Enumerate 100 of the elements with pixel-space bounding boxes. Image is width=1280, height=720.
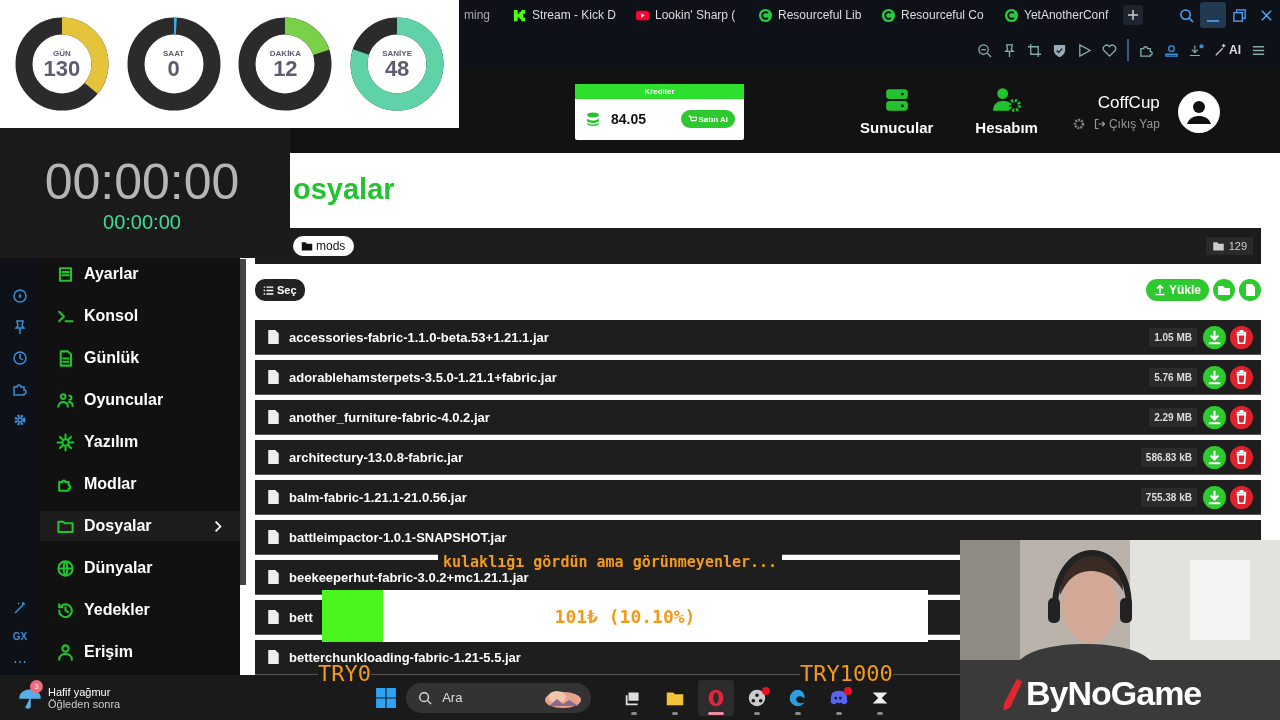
countdown-value: 0 (167, 57, 180, 80)
file-size: 755.38 kB (1140, 487, 1197, 507)
gx-label[interactable]: GX (12, 631, 28, 642)
wand-icon[interactable] (12, 600, 28, 616)
folder-chip[interactable]: mods (293, 236, 355, 256)
avatar-icon[interactable] (1177, 90, 1220, 133)
file-icon (268, 650, 279, 664)
countdown-label: SAAT (163, 48, 185, 58)
scrollbar[interactable] (240, 259, 246, 585)
sidebar-item[interactable]: Ayarlar (40, 259, 240, 289)
settings-icon[interactable] (1071, 116, 1086, 131)
download-button[interactable] (1203, 405, 1226, 429)
download-button[interactable] (1203, 325, 1226, 349)
wand-icon[interactable] (1214, 43, 1228, 57)
search-bar[interactable]: Ara (406, 682, 592, 713)
pin-icon[interactable] (1002, 42, 1017, 58)
send-icon[interactable] (1077, 42, 1092, 58)
nav-link[interactable]: Hesabım (975, 87, 1038, 136)
server-icon (883, 87, 910, 113)
file-name: another_furniture-fabric-4.0.2.jar (289, 409, 490, 425)
restore-icon[interactable] (1232, 7, 1247, 23)
weather-title: Hafif yağmur (48, 685, 112, 698)
sidebar-item[interactable]: Modlar (40, 469, 240, 499)
list-icon (56, 264, 75, 284)
sidebar-item[interactable]: Oyuncular (40, 385, 240, 415)
delete-button[interactable] (1230, 485, 1253, 509)
file-name: balm-fabric-1.21.1-21.0.56.jar (289, 489, 467, 505)
file-name: architectury-13.0.8-fabric.jar (289, 449, 464, 465)
delete-button[interactable] (1230, 405, 1253, 429)
sidebar-item[interactable]: Yedekler (40, 595, 240, 625)
search-icon[interactable] (1179, 7, 1194, 23)
sidebar-item[interactable]: Erişim (40, 637, 240, 667)
settings-icon[interactable] (12, 412, 28, 428)
file-icon (268, 490, 279, 504)
select-button[interactable]: Seç (255, 279, 305, 301)
goal-min-label: TRY0 (318, 661, 371, 686)
logout-link[interactable]: Çıkış Yap (1093, 116, 1160, 131)
download-button[interactable] (1203, 445, 1226, 469)
coins-icon (585, 111, 601, 127)
file-name: bett (289, 609, 313, 625)
history-icon (56, 600, 75, 620)
download-button[interactable] (1203, 365, 1226, 389)
clock-icon[interactable] (12, 350, 28, 366)
pin-icon[interactable] (12, 319, 28, 335)
play-circle-icon[interactable] (12, 288, 28, 304)
download-icon[interactable] (1189, 42, 1204, 58)
browser-tab[interactable]: Resourceful Co (877, 3, 1000, 27)
browser-tab[interactable]: Stream - Kick D (508, 3, 631, 27)
start-button[interactable] (375, 686, 398, 709)
delete-button[interactable] (1230, 445, 1253, 469)
countdown-value: 130 (43, 57, 81, 80)
file-icon (268, 610, 279, 624)
file-name: accessories-fabric-1.1.0-beta.53+1.21.1.jar (289, 329, 549, 345)
search-icon (418, 690, 433, 705)
delete-button[interactable] (1230, 365, 1253, 389)
people-icon (56, 390, 75, 410)
browser-tab[interactable]: ming (460, 3, 508, 27)
puzzle-icon[interactable] (12, 381, 28, 397)
page-title: osyalar (293, 172, 395, 206)
close-icon[interactable] (1259, 7, 1274, 23)
browser-tab[interactable]: Resourceful Lib (754, 3, 877, 27)
notification-badge: 3 (30, 679, 43, 693)
sidebar-item[interactable]: Dosyalar (40, 511, 240, 541)
credits-title: Krediler (575, 83, 744, 99)
sidebar-item[interactable]: Günlük (40, 343, 240, 373)
search-field[interactable]: Ara (440, 689, 536, 706)
user-gear-icon (992, 87, 1021, 113)
sidebar-item[interactable]: Yazılım (40, 427, 240, 457)
circle-logo-icon (881, 7, 896, 23)
file-row[interactable]: balm-fabric-1.21.1-21.0.56.jar 755.38 kB (255, 480, 1261, 515)
crop-icon[interactable] (1027, 42, 1042, 58)
minimize-button[interactable] (1200, 2, 1226, 28)
k-logo-icon (512, 7, 527, 23)
taskbar-app[interactable] (698, 679, 735, 716)
more-button[interactable]: ⋯ (13, 657, 27, 667)
file-row[interactable]: adorablehamsterpets-3.5.0-1.21.1+fabric.jar 5.76 MB (255, 360, 1261, 395)
heart-icon[interactable] (1102, 42, 1117, 58)
shield-icon[interactable] (1052, 42, 1067, 58)
nav-link[interactable]: Sunucular (860, 87, 934, 136)
file-icon (268, 410, 279, 424)
ai-button[interactable]: AI (1229, 43, 1241, 57)
zoom-out-icon[interactable] (977, 42, 992, 58)
profile-icon[interactable] (1164, 42, 1179, 58)
file-icon (268, 370, 279, 384)
sidebar-item[interactable]: Dünyalar (40, 553, 240, 583)
browser-tab[interactable]: YetAnotherConf (1000, 3, 1123, 27)
file-count: 129 (1205, 237, 1253, 255)
download-button[interactable] (1203, 485, 1226, 509)
new-tab-button[interactable] (1123, 5, 1143, 25)
file-row[interactable]: architectury-13.0.8-fabric.jar 586.83 kB (255, 440, 1261, 475)
browser-tab[interactable]: Lookin' Sharp ( (631, 3, 754, 27)
file-size: 586.83 kB (1140, 447, 1197, 467)
sidebar-item[interactable]: Konsol (40, 301, 240, 331)
cart-icon (687, 114, 697, 124)
countdown-label: GÜN (53, 48, 71, 58)
delete-button[interactable] (1230, 325, 1253, 349)
file-row[interactable]: accessories-fabric-1.1.0-beta.53+1.21.1.jar 1.05 MB (255, 320, 1261, 355)
file-row[interactable]: another_furniture-fabric-4.0.2.jar 2.29 MB (255, 400, 1261, 435)
circle-logo-icon (1004, 7, 1019, 23)
upload-icon (1154, 284, 1166, 296)
